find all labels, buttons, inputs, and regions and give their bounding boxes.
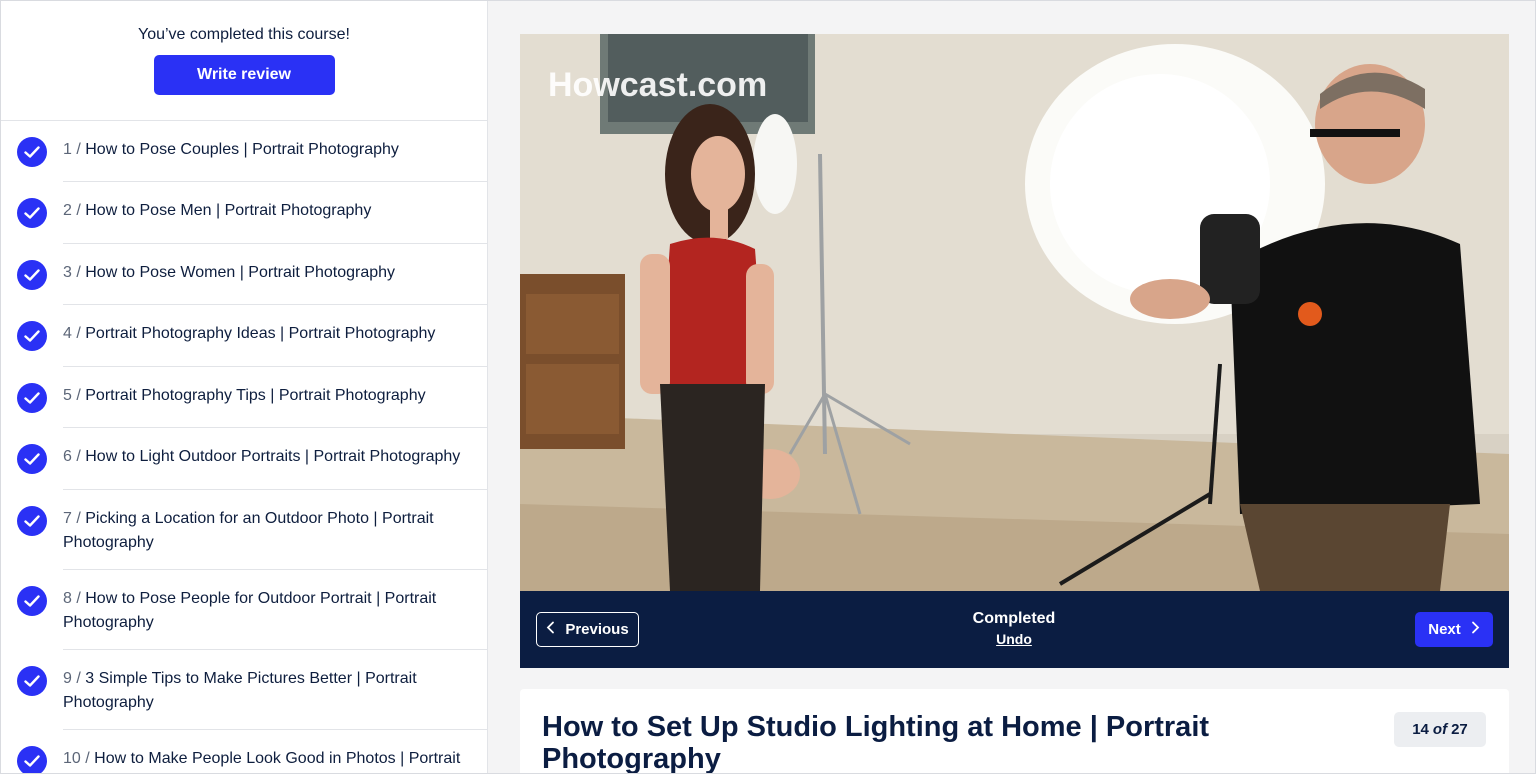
check-circle-icon [17,383,47,413]
lesson-item-8[interactable]: 8 / How to Pose People for Outdoor Portr… [1,570,487,650]
lesson-title: How to Make People Look Good in Photos |… [94,750,461,767]
lesson-number: 6 / [63,448,81,465]
lesson-title: How to Pose Women | Portrait Photography [85,264,396,281]
lesson-title: How to Light Outdoor Portraits | Portrai… [85,448,461,465]
lesson-item-1[interactable]: 1 / How to Pose Couples | Portrait Photo… [1,121,487,182]
lesson-title: Portrait Photography Ideas | Portrait Ph… [85,325,436,342]
lesson-number: 9 / [63,670,81,687]
course-sidebar: You’ve completed this course! Write revi… [1,1,488,773]
course-completion-panel: You’ve completed this course! Write revi… [1,1,487,121]
lesson-number: 3 / [63,264,81,281]
counter-total: 27 [1451,721,1468,738]
lesson-item-7[interactable]: 7 / Picking a Location for an Outdoor Ph… [1,490,487,570]
check-circle-icon [17,586,47,616]
lesson-heading: How to Set Up Studio Lighting at Home | … [542,711,1210,774]
video-watermark: Howcast.com [548,66,767,104]
lesson-item-9[interactable]: 9 / 3 Simple Tips to Make Pictures Bette… [1,650,487,730]
check-circle-icon [17,666,47,696]
lesson-title: Portrait Photography Tips | Portrait Pho… [85,387,426,404]
lesson-item-6[interactable]: 6 / How to Light Outdoor Portraits | Por… [1,428,487,490]
video-frame-scene: Howcast.com [520,34,1509,591]
lesson-controls-bar: Previous Completed Undo Next [520,591,1509,668]
lesson-main: Howcast.com Previous Completed Undo Next… [489,1,1535,774]
check-circle-icon [17,260,47,290]
lesson-number: 10 / [63,750,90,767]
lesson-list: 1 / How to Pose Couples | Portrait Photo… [1,121,487,773]
lesson-item-3[interactable]: 3 / How to Pose Women | Portrait Photogr… [1,244,487,305]
previous-label: Previous [565,621,629,638]
check-circle-icon [17,137,47,167]
lesson-number: 5 / [63,387,81,404]
lesson-title: Picking a Location for an Outdoor Photo … [63,510,434,551]
check-circle-icon [17,198,47,228]
lesson-title: How to Pose People for Outdoor Portrait … [63,590,437,631]
lesson-number: 1 / [63,141,81,158]
lesson-title: How to Pose Men | Portrait Photography [85,202,372,219]
video-player[interactable]: Howcast.com [520,34,1509,591]
chevron-right-icon [1471,621,1480,638]
previous-button[interactable]: Previous [536,612,639,647]
lesson-item-10[interactable]: 10 / How to Make People Look Good in Pho… [1,730,487,773]
lesson-item-5[interactable]: 5 / Portrait Photography Tips | Portrait… [1,367,487,428]
check-circle-icon [17,506,47,536]
lesson-info-card: How to Set Up Studio Lighting at Home | … [520,689,1509,774]
completed-label: Completed [972,610,1056,627]
check-circle-icon [17,444,47,474]
app-frame: You’ve completed this course! Write revi… [0,0,1536,774]
lesson-number: 8 / [63,590,81,607]
lesson-title: 3 Simple Tips to Make Pictures Better | … [63,670,417,711]
undo-link[interactable]: Undo [996,631,1032,647]
chevron-left-icon [546,621,555,638]
lesson-number: 4 / [63,325,81,342]
lesson-number: 7 / [63,510,81,527]
counter-of: of [1432,721,1448,738]
lesson-counter-badge: 14 of 27 [1394,712,1486,747]
next-label: Next [1428,621,1461,638]
lesson-item-2[interactable]: 2 / How to Pose Men | Portrait Photograp… [1,182,487,244]
check-circle-icon [17,321,47,351]
completion-message: You’ve completed this course! [138,26,350,43]
lesson-title: How to Pose Couples | Portrait Photograp… [85,141,399,158]
counter-current: 14 [1412,721,1429,738]
next-button[interactable]: Next [1415,612,1493,647]
lesson-number: 2 / [63,202,81,219]
check-circle-icon [17,746,47,773]
write-review-button[interactable]: Write review [153,55,335,95]
completion-status: Completed Undo [914,609,1114,649]
lesson-item-4[interactable]: 4 / Portrait Photography Ideas | Portrai… [1,305,487,367]
